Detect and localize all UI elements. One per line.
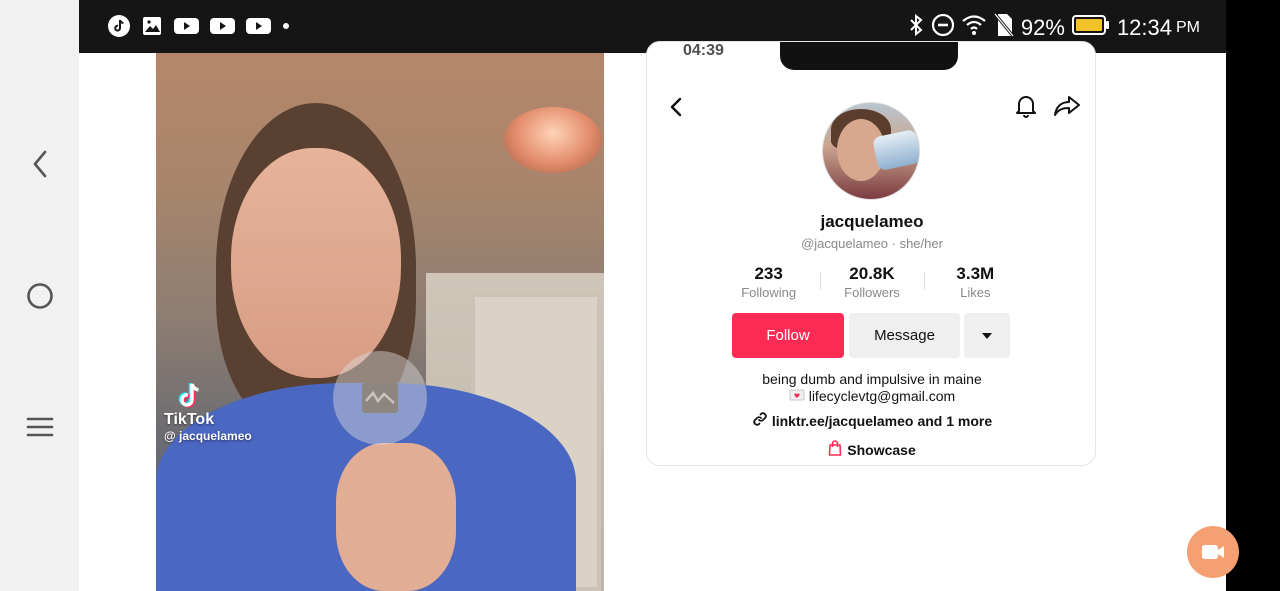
navigation-rail	[0, 0, 79, 591]
share-icon[interactable]	[1051, 91, 1083, 121]
profile-pronouns: she/her	[899, 236, 943, 251]
shopping-bag-icon	[828, 440, 842, 459]
profile-card: 04:39 jacquelameo @jacquelameo · she/her	[646, 41, 1096, 466]
person-hand	[336, 443, 456, 591]
audio-wave-icon	[362, 383, 398, 413]
link-url: linktr.ee/jacquelameo	[771, 412, 914, 429]
right-edge-bar	[1226, 0, 1280, 591]
wifi-icon	[961, 13, 987, 43]
follow-button[interactable]: Follow	[732, 313, 844, 358]
stat-followers[interactable]: 20.8K Followers	[820, 264, 923, 300]
stat-label: Likes	[960, 285, 991, 300]
menu-icon[interactable]	[20, 407, 60, 447]
floating-overlay-button[interactable]	[333, 351, 427, 445]
clock-period: PM	[1176, 19, 1200, 36]
tiktok-icon	[107, 14, 131, 38]
bio-line: being dumb and impulsive in maine	[762, 371, 982, 387]
screen: 92% 12:34 PM TikTok @ jacquelameo 04:39 …	[0, 0, 1280, 591]
phone-status-time-cropped: 04:39	[683, 42, 724, 59]
profile-subline: @jacquelameo · she/her	[647, 236, 1095, 251]
showcase-label: Showcase	[847, 441, 916, 458]
video-player[interactable]: TikTok @ jacquelameo	[156, 53, 604, 591]
ceiling-lamp	[504, 107, 602, 173]
avatar[interactable]	[822, 102, 920, 200]
profile-link[interactable]: linktr.ee/jacquelameo and 1 more	[647, 411, 1095, 430]
link-more: and 1 more	[917, 412, 993, 429]
profile-display-name: jacquelameo	[820, 212, 924, 231]
battery-percent: 92%	[1020, 15, 1065, 40]
battery-icon	[1071, 13, 1111, 43]
system-status: 92% 12:34 PM	[907, 12, 1200, 44]
tiktok-handle-text: @ jacquelameo	[164, 429, 252, 443]
message-button[interactable]: Message	[849, 313, 960, 358]
bluetooth-icon	[907, 13, 925, 43]
stat-label: Following	[741, 285, 797, 300]
tiktok-watermark: TikTok @ jacquelameo	[164, 381, 252, 443]
bio-email-line: lifecyclevtg@gmail.com	[647, 388, 1095, 404]
youtube-icon	[173, 14, 200, 38]
more-notifications-dot-icon	[281, 14, 291, 38]
love-letter-icon	[789, 388, 809, 404]
youtube-icon	[209, 14, 236, 38]
person-face	[231, 148, 401, 378]
suggested-accounts-dropdown[interactable]	[964, 313, 1010, 358]
caret-down-icon	[982, 332, 992, 339]
home-circle-icon[interactable]	[20, 276, 60, 316]
screen-content: TikTok @ jacquelameo 04:39 jacquelameo @…	[79, 41, 1226, 591]
stat-value: 3.3M	[956, 264, 995, 283]
bio-email: lifecyclevtg@gmail.com	[808, 388, 956, 404]
showcase-link[interactable]: Showcase	[647, 440, 1095, 459]
stat-likes: 3.3M Likes	[923, 264, 1027, 300]
screen-record-button[interactable]	[1187, 526, 1239, 578]
separator-dot: ·	[891, 236, 900, 251]
notification-icons	[107, 14, 291, 38]
stat-label: Followers	[844, 285, 900, 300]
back-icon[interactable]	[661, 92, 691, 122]
bell-icon[interactable]	[1011, 91, 1041, 121]
no-sim-icon	[993, 12, 1015, 44]
link-icon	[752, 411, 768, 430]
tiktok-brand-text: TikTok	[164, 411, 215, 428]
do-not-disturb-icon	[931, 13, 955, 43]
image-icon	[140, 14, 164, 38]
tiktok-note-icon	[176, 381, 206, 411]
back-chevron-icon[interactable]	[20, 144, 60, 184]
clock-time: 12:34	[1116, 15, 1172, 40]
profile-stats: 233 Following 20.8K Followers 3.3M Likes	[717, 264, 1027, 300]
stat-following[interactable]: 233 Following	[717, 264, 820, 300]
youtube-icon	[245, 14, 272, 38]
stat-value: 20.8K	[849, 264, 895, 283]
stat-value: 233	[754, 264, 783, 283]
profile-handle: @jacquelameo	[801, 236, 888, 251]
video-camera-icon	[1202, 545, 1224, 559]
dynamic-island	[780, 42, 958, 70]
